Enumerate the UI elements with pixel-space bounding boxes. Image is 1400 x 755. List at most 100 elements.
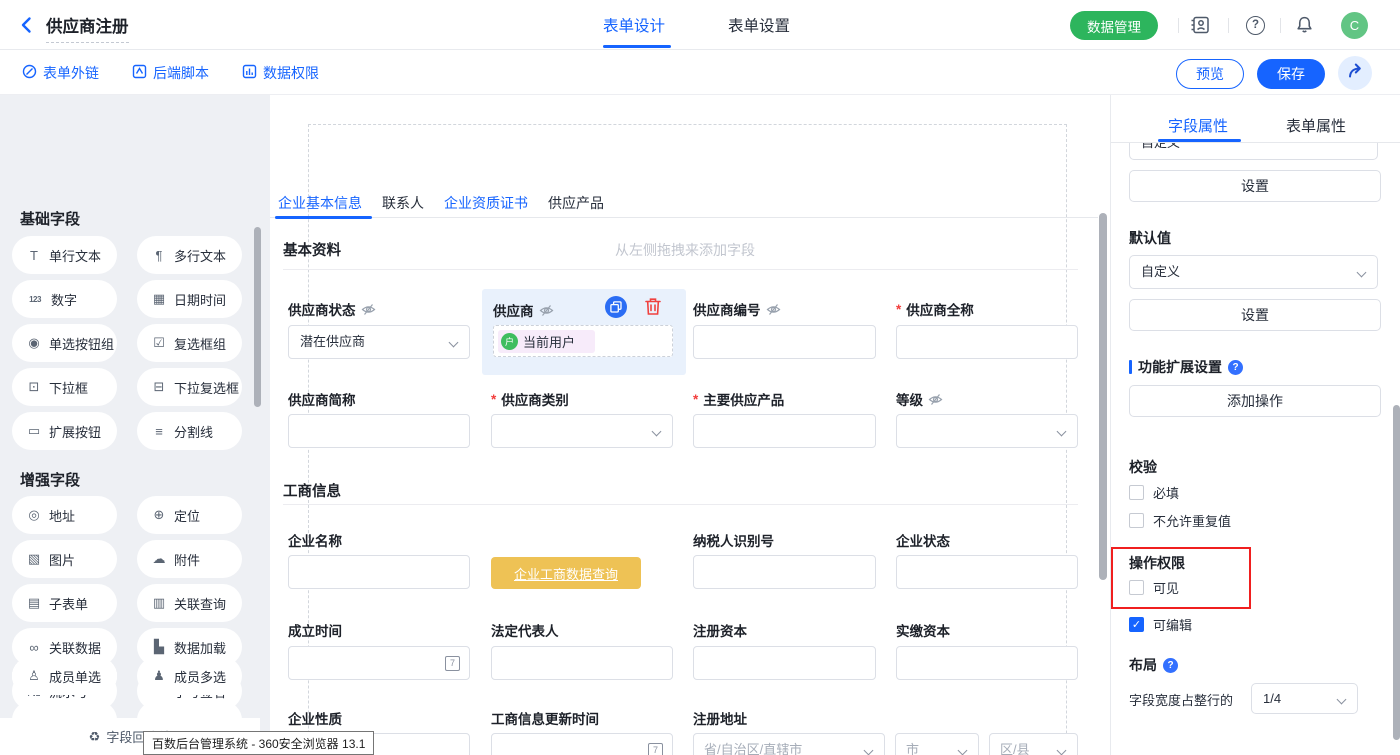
eye-off-icon (361, 303, 376, 316)
user-avatar[interactable]: C (1341, 12, 1368, 39)
business-data-query-button[interactable]: 企业工商数据查询 (491, 557, 641, 589)
page-title[interactable]: 供应商注册 (46, 13, 129, 43)
field-type-datetime[interactable]: ▦日期时间 (137, 280, 242, 318)
taxpayer-id-input[interactable] (693, 555, 876, 589)
delete-field-button[interactable] (644, 297, 662, 321)
share-arrow-icon (1346, 62, 1364, 84)
supplier-full-name-input[interactable] (896, 325, 1078, 359)
form-tab-certificates[interactable]: 企业资质证书 (444, 193, 528, 213)
form-tab-contacts[interactable]: 联系人 (382, 193, 424, 213)
field-type-extend-button[interactable]: ▭扩展按钮 (12, 412, 117, 450)
business-update-time-input[interactable] (491, 733, 673, 755)
related-query-icon: ▥ (151, 595, 167, 611)
sidebar-scrollbar[interactable] (254, 227, 261, 407)
field-width-select[interactable]: 1/4 (1251, 683, 1358, 714)
properties-panel: 字段属性 表单属性 自定义 设置 默认值 自定义 设置 功能扩展设置 添加操作 … (1110, 95, 1400, 755)
section-title-basic-fields: 基础字段 (20, 208, 80, 229)
field-type-radio-group[interactable]: ◉单选按钮组 (12, 324, 117, 362)
add-action-button[interactable]: 添加操作 (1129, 385, 1381, 417)
address-city-select[interactable]: 市 (895, 733, 979, 755)
tab-form-settings[interactable]: 表单设置 (728, 14, 790, 36)
help-question-icon[interactable] (1228, 360, 1243, 375)
copy-field-button[interactable] (605, 296, 627, 318)
selected-field-supplier[interactable]: 供应商 户 当前用户 (482, 289, 686, 375)
current-user-tag[interactable]: 户 当前用户 (498, 330, 595, 353)
eye-off-icon (928, 393, 943, 406)
editable-checkbox-row[interactable]: 可编辑 (1129, 615, 1192, 634)
field-type-multi-dropdown[interactable]: ⊟下拉复选框 (137, 368, 242, 406)
supplier-short-name-input[interactable] (288, 414, 470, 448)
preview-button[interactable]: 预览 (1176, 59, 1244, 89)
supplier-status-select[interactable]: 潜在供应商 (288, 325, 470, 359)
supplier-field-input[interactable]: 户 当前用户 (493, 325, 673, 357)
company-status-input[interactable] (896, 555, 1078, 589)
save-button[interactable]: 保存 (1257, 59, 1325, 89)
field-type-number[interactable]: 123数字 (12, 280, 117, 318)
cloud-upload-icon: ☁ (151, 551, 167, 567)
field-type-attachment[interactable]: ☁附件 (137, 540, 242, 578)
field-label-registered-capital: 注册资本 (693, 622, 747, 638)
header-divider (1178, 18, 1179, 33)
field-type-member-single[interactable]: ♙成员单选 (12, 657, 117, 695)
field-type-address[interactable]: ◎地址 (12, 496, 117, 534)
script-icon (132, 64, 147, 82)
canvas-scrollbar[interactable] (1099, 213, 1107, 580)
required-checkbox-row[interactable]: 必填 (1129, 483, 1179, 502)
address-district-select[interactable]: 区/县 (989, 733, 1078, 755)
field-label-legal-representative: 法定代表人 (491, 622, 559, 638)
field-label-establish-time: 成立时间 (288, 622, 342, 638)
title-accent-bar (1129, 360, 1132, 374)
help-question-icon[interactable] (1163, 658, 1178, 673)
share-button[interactable] (1338, 56, 1372, 90)
field-type-divider[interactable]: ≡分割线 (137, 412, 242, 450)
tab-form-design[interactable]: 表单设计 (603, 14, 665, 36)
grade-select[interactable] (896, 414, 1078, 448)
field-type-image[interactable]: ▧图片 (12, 540, 117, 578)
field-type-related-query[interactable]: ▥关联查询 (137, 584, 242, 622)
back-icon[interactable] (20, 16, 32, 39)
panel-scrollbar[interactable] (1393, 405, 1400, 740)
supplier-no-input[interactable] (693, 325, 876, 359)
panel-tab-form-properties[interactable]: 表单属性 (1286, 115, 1346, 136)
eye-off-icon (539, 304, 554, 317)
backend-script-action[interactable]: 后端脚本 (132, 50, 209, 95)
default-value-settings-button[interactable]: 设置 (1129, 299, 1381, 331)
registered-capital-input[interactable] (693, 646, 876, 680)
settings-button-top[interactable]: 设置 (1129, 170, 1381, 202)
legal-representative-input[interactable] (491, 646, 673, 680)
editable-checkbox[interactable] (1129, 617, 1144, 632)
field-type-member-multi[interactable]: ♟成员多选 (137, 657, 242, 695)
help-icon[interactable]: ? (1246, 16, 1265, 35)
data-manage-button[interactable]: 数据管理 (1070, 11, 1158, 40)
guide-book-icon[interactable] (1190, 16, 1211, 39)
paid-in-capital-input[interactable] (896, 646, 1078, 680)
trash-icon (644, 297, 662, 316)
section-divider (283, 269, 1078, 270)
no-duplicate-checkbox[interactable] (1129, 513, 1144, 528)
field-type-checkbox-group[interactable]: ☑复选框组 (137, 324, 242, 362)
default-value-select[interactable]: 自定义 (1129, 255, 1378, 289)
supplier-category-select[interactable] (491, 414, 673, 448)
calendar-icon (648, 743, 663, 755)
calendar-icon: ▦ (151, 291, 167, 307)
panel-tab-field-properties[interactable]: 字段属性 (1168, 115, 1228, 136)
form-tab-basic-info[interactable]: 企业基本信息 (278, 193, 362, 213)
field-type-location[interactable]: ⊕定位 (137, 496, 242, 534)
field-label-main-products: *主要供应产品 (693, 391, 784, 407)
form-tab-products[interactable]: 供应产品 (548, 193, 604, 213)
establish-time-input[interactable] (288, 646, 470, 680)
main-products-input[interactable] (693, 414, 876, 448)
field-type-multi-line-text[interactable]: ¶多行文本 (137, 236, 242, 274)
notification-bell-icon[interactable] (1295, 15, 1314, 39)
clipped-select[interactable]: 自定义 (1129, 143, 1378, 160)
data-permission-action[interactable]: 数据权限 (242, 50, 319, 95)
no-duplicate-checkbox-row[interactable]: 不允许重复值 (1129, 511, 1231, 530)
form-canvas: 企业基本信息 联系人 企业资质证书 供应产品 基本资料 从左侧拖拽来添加字段 供… (270, 95, 1100, 755)
company-name-input[interactable] (288, 555, 470, 589)
field-type-subform[interactable]: ▤子表单 (12, 584, 117, 622)
required-checkbox[interactable] (1129, 485, 1144, 500)
external-link-action[interactable]: 表单外链 (22, 50, 99, 95)
field-type-single-line-text[interactable]: T单行文本 (12, 236, 117, 274)
field-type-dropdown[interactable]: ⊡下拉框 (12, 368, 117, 406)
address-province-select[interactable]: 省/自治区/直辖市 (693, 733, 885, 755)
